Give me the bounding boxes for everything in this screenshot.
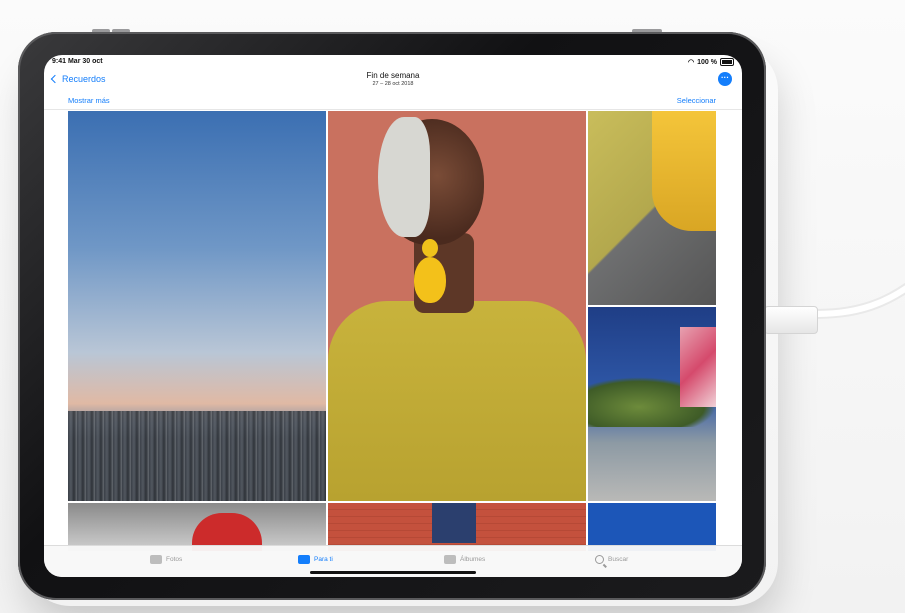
tab-for-you[interactable]: Para ti: [298, 555, 333, 564]
tab-label: Para ti: [314, 556, 333, 563]
photo-stairs[interactable]: [68, 503, 326, 551]
photo-portrait-woman[interactable]: [328, 111, 586, 501]
photo-blue[interactable]: [588, 503, 716, 551]
battery-percent: 100 %: [697, 58, 717, 66]
divider: [44, 109, 742, 110]
tab-label: Fotos: [166, 556, 183, 563]
search-icon: [595, 555, 604, 564]
photo-grid: [68, 111, 716, 551]
car: [652, 111, 716, 231]
photo-city-sunset[interactable]: [68, 111, 326, 501]
ellipsis-circle-icon[interactable]: ···: [718, 72, 732, 86]
city-skyline: [68, 411, 326, 501]
navigation-bar: Recuerdos Fin de semana 27 – 28 oct 2018…: [44, 69, 742, 93]
for-you-icon: [298, 555, 310, 564]
show-more-link[interactable]: Mostrar más: [68, 96, 110, 105]
photo-yellow-car[interactable]: [588, 111, 716, 305]
battery-icon: [720, 58, 734, 66]
tab-search[interactable]: Buscar: [595, 555, 628, 564]
hair: [378, 117, 430, 237]
albums-icon: [444, 555, 456, 564]
photo-blue-wall[interactable]: [588, 307, 716, 501]
tab-label: Álbumes: [460, 556, 486, 563]
product-scene: 9:41 Mar 30 oct ◠ 100 % Recuerdos Fin de…: [0, 0, 905, 613]
memory-actions: Mostrar más Seleccionar: [44, 93, 742, 109]
earring: [414, 239, 448, 309]
tab-label: Buscar: [608, 556, 629, 563]
status-indicators: ◠ 100 %: [688, 58, 734, 66]
ipad-screen: 9:41 Mar 30 oct ◠ 100 % Recuerdos Fin de…: [44, 55, 742, 577]
page-subtitle: 27 – 28 oct 2018: [372, 81, 414, 87]
status-bar: 9:41 Mar 30 oct ◠ 100 %: [44, 55, 742, 69]
nav-title-group: Fin de semana 27 – 28 oct 2018: [44, 71, 742, 87]
usb-c-cable: [810, 282, 905, 319]
tab-albums[interactable]: Álbumes: [444, 555, 485, 564]
wifi-icon: ◠: [688, 59, 695, 66]
mural: [680, 327, 716, 407]
select-button[interactable]: Seleccionar: [677, 96, 716, 105]
photos-icon: [150, 555, 162, 564]
page-title: Fin de semana: [366, 71, 420, 80]
status-time: 9:41 Mar 30 oct: [52, 58, 103, 65]
tab-photos[interactable]: Fotos: [150, 555, 182, 564]
home-indicator[interactable]: [310, 571, 476, 574]
yellow-shirt: [328, 301, 586, 501]
photo-brick-wall[interactable]: [328, 503, 586, 551]
usb-c-connector: [764, 306, 818, 334]
